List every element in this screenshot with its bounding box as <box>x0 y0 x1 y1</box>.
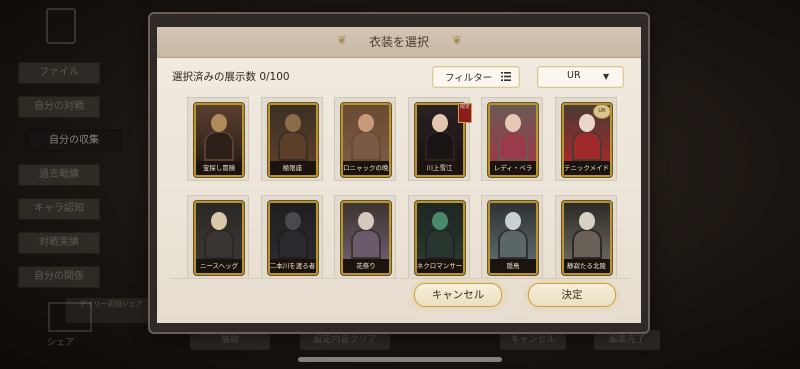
costume-portrait <box>196 203 242 259</box>
costume-portrait <box>196 105 242 161</box>
costume-card[interactable]: 隠鳥 <box>488 201 538 275</box>
costume-card[interactable]: ネクロマンサー <box>414 201 465 275</box>
costume-card[interactable]: 静寂たる北陵 <box>561 201 612 275</box>
costume-name: 宝探し冒険 <box>196 161 242 175</box>
filter-button[interactable]: フィルター <box>432 66 520 88</box>
leaf-ornament-right-icon: ❦ <box>452 33 463 47</box>
dialog-title: 衣装を選択 <box>368 35 429 49</box>
costume-portrait <box>343 105 389 161</box>
costume-portrait <box>490 105 536 161</box>
costume-card[interactable]: ニースヘッグ <box>194 201 244 275</box>
costume-card[interactable]: 花祭り <box>341 201 391 275</box>
costume-portrait <box>269 105 316 161</box>
costume-name: ニースヘッグ <box>196 259 242 273</box>
cancel-button[interactable]: キャンセル <box>414 283 502 307</box>
costume-card[interactable]: 川上雪江 <box>414 103 465 177</box>
costume-card-cell[interactable]: ネクロマンサー <box>407 195 470 279</box>
chevron-down-icon: ▼ <box>603 72 610 81</box>
list-icon <box>501 72 511 81</box>
costume-portrait <box>563 203 610 259</box>
costume-card[interactable]: 極限座 <box>267 103 318 177</box>
costume-portrait <box>343 203 389 259</box>
grade-label: UR <box>567 70 581 81</box>
costume-card[interactable]: ロニャックの晩歌 <box>341 103 391 177</box>
costume-name: ロニャックの晩歌 <box>343 161 389 175</box>
costume-name: ネクロマンサー <box>416 259 463 273</box>
costume-name: テニックメイド <box>563 161 610 175</box>
confirm-button[interactable]: 決定 <box>528 283 616 307</box>
limited-badge: 限定 <box>458 103 472 123</box>
costume-card-cell[interactable]: 隠鳥 <box>481 195 543 279</box>
costume-name: 静寂たる北陵 <box>563 259 610 273</box>
costume-card[interactable]: 宝探し冒険 <box>194 103 244 177</box>
costume-card-cell[interactable]: ニースヘッグ <box>187 195 249 279</box>
costume-portrait <box>416 203 463 259</box>
divider <box>170 278 630 279</box>
costume-card[interactable]: レディ・ペラ <box>488 103 538 177</box>
grade-dropdown[interactable]: UR ▼ <box>537 66 624 88</box>
costume-name: 隠鳥 <box>490 259 536 273</box>
costume-card-cell[interactable]: 宝探し冒険 <box>187 97 249 181</box>
costume-portrait <box>416 105 463 161</box>
costume-name: 二本川を渡る者 <box>269 259 316 273</box>
costume-name: レディ・ペラ <box>490 161 536 175</box>
costume-card-cell[interactable]: ロニャックの晩歌 <box>334 97 396 181</box>
costume-card-cell[interactable]: 花祭り <box>334 195 396 279</box>
selected-count-label: 選択済みの展示数 0/100 <box>172 71 290 83</box>
costume-name: 極限座 <box>269 161 316 175</box>
costume-card-cell[interactable]: 極限座 <box>260 97 323 181</box>
ur-badge: UR <box>593 104 611 119</box>
costume-portrait <box>490 203 536 259</box>
filter-label: フィルター <box>445 73 493 84</box>
home-indicator[interactable] <box>298 357 502 362</box>
costume-card-cell[interactable]: レディ・ペラ <box>481 97 543 181</box>
costume-name: 川上雪江 <box>416 161 463 175</box>
costume-name: 花祭り <box>343 259 389 273</box>
costume-card[interactable]: 二本川を渡る者 <box>267 201 318 275</box>
costume-card-cell[interactable]: 静寂たる北陵 <box>554 195 617 279</box>
costume-portrait <box>269 203 316 259</box>
costume-card-cell[interactable]: 二本川を渡る者 <box>260 195 323 279</box>
